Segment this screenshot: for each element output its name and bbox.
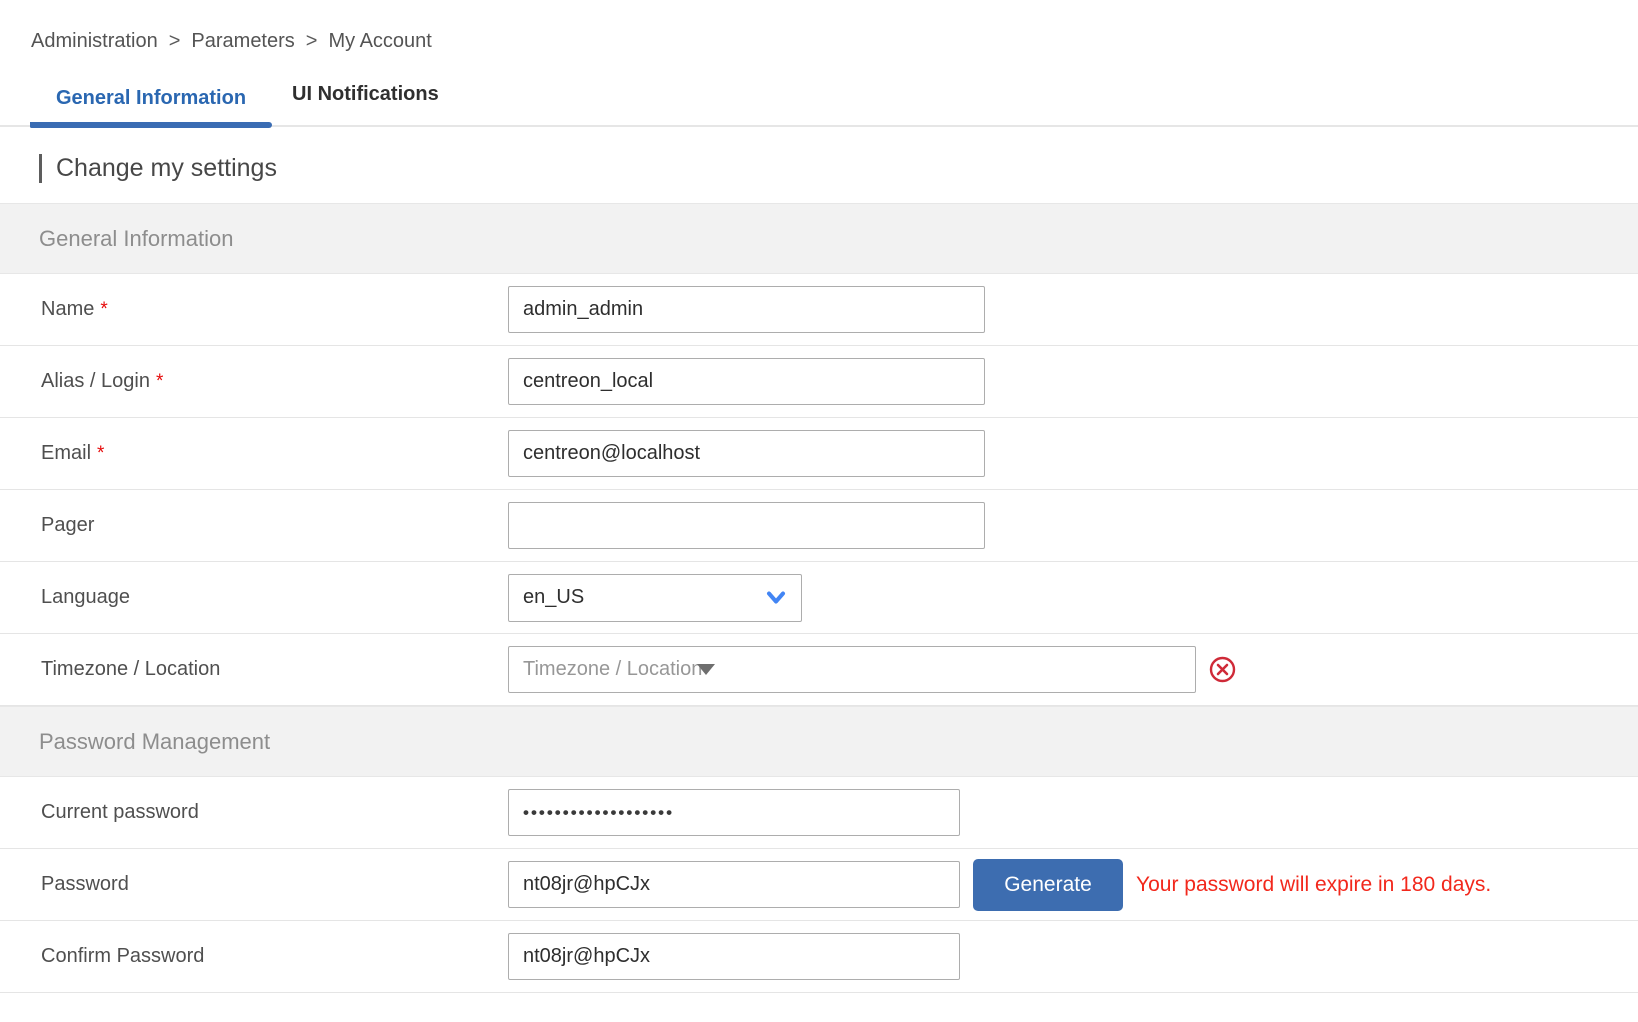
email-label: Email* [0, 442, 508, 465]
required-asterisk: * [156, 371, 163, 392]
form-row-password: Password Generate Your password will exp… [0, 849, 1638, 921]
dropdown-arrow-icon[interactable] [697, 664, 715, 675]
language-select[interactable]: en_US [508, 574, 802, 622]
breadcrumb-my-account: My Account [328, 30, 431, 53]
alias-login-label: Alias / Login* [0, 370, 508, 393]
name-input[interactable] [508, 286, 985, 333]
form-row-email: Email* [0, 418, 1638, 490]
confirm-password-input[interactable] [508, 933, 960, 980]
page-title: Change my settings [39, 154, 1638, 183]
form-row-name: Name* [0, 274, 1638, 346]
timezone-label: Timezone / Location [0, 658, 508, 681]
language-label: Language [0, 586, 508, 609]
tab-bar: General Information UI Notifications [0, 83, 1638, 127]
form-row-confirm-password: Confirm Password [0, 921, 1638, 993]
current-password-input[interactable] [508, 789, 960, 836]
required-asterisk: * [97, 443, 104, 464]
timezone-input[interactable] [508, 646, 1196, 693]
confirm-password-label: Confirm Password [0, 945, 508, 968]
name-label: Name* [0, 298, 508, 321]
form-row-current-password: Current password [0, 777, 1638, 849]
section-header-general-information: General Information [0, 203, 1638, 274]
password-label: Password [0, 873, 508, 896]
tab-general-information[interactable]: General Information [30, 87, 272, 125]
pager-input[interactable] [508, 502, 985, 549]
password-expiry-message: Your password will expire in 180 days. [1136, 873, 1491, 897]
current-password-label: Current password [0, 801, 508, 824]
required-asterisk: * [100, 299, 107, 320]
title-accent-bar [39, 154, 42, 183]
form-row-alias-login: Alias / Login* [0, 346, 1638, 418]
password-input[interactable] [508, 861, 960, 908]
chevron-down-icon [766, 591, 786, 605]
breadcrumb-separator: > [169, 30, 181, 53]
section-header-password-management: Password Management [0, 706, 1638, 777]
clear-circle-x-icon[interactable] [1209, 656, 1236, 683]
form-row-language: Language en_US [0, 562, 1638, 634]
form-row-timezone: Timezone / Location [0, 634, 1638, 706]
alias-login-input[interactable] [508, 358, 985, 405]
timezone-combo [508, 646, 1236, 693]
language-selected-value: en_US [523, 586, 584, 609]
tab-ui-notifications[interactable]: UI Notifications [288, 83, 443, 125]
breadcrumb: Administration > Parameters > My Account [0, 0, 1638, 53]
pager-label: Pager [0, 514, 508, 537]
breadcrumb-parameters[interactable]: Parameters [191, 30, 294, 53]
page-title-text: Change my settings [56, 154, 277, 183]
breadcrumb-administration[interactable]: Administration [31, 30, 158, 53]
form-row-pager: Pager [0, 490, 1638, 562]
breadcrumb-separator: > [306, 30, 318, 53]
email-input[interactable] [508, 430, 985, 477]
generate-password-button[interactable]: Generate [973, 859, 1123, 911]
